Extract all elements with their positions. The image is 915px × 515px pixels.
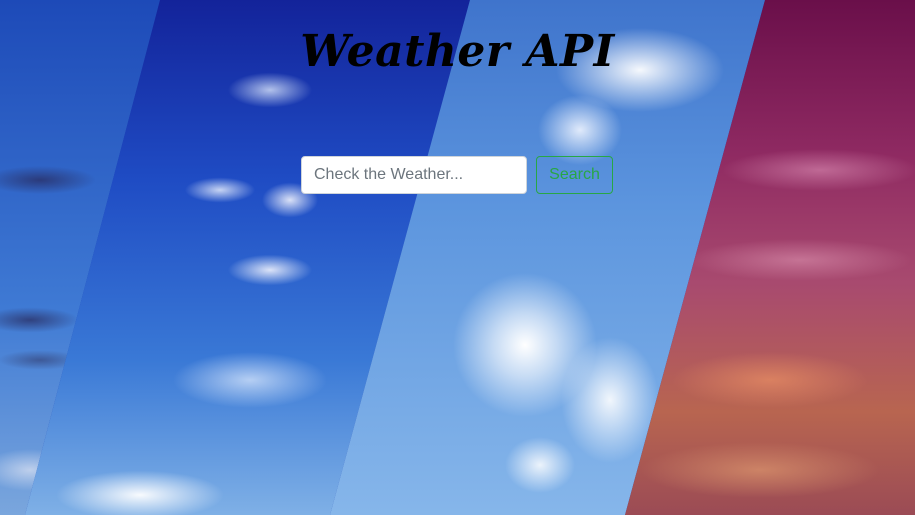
page-background: Weather API Search: [0, 0, 915, 515]
page-title: Weather API: [300, 26, 615, 77]
search-button[interactable]: Search: [536, 156, 613, 194]
search-input[interactable]: [301, 156, 527, 194]
search-form: Search: [301, 156, 613, 194]
